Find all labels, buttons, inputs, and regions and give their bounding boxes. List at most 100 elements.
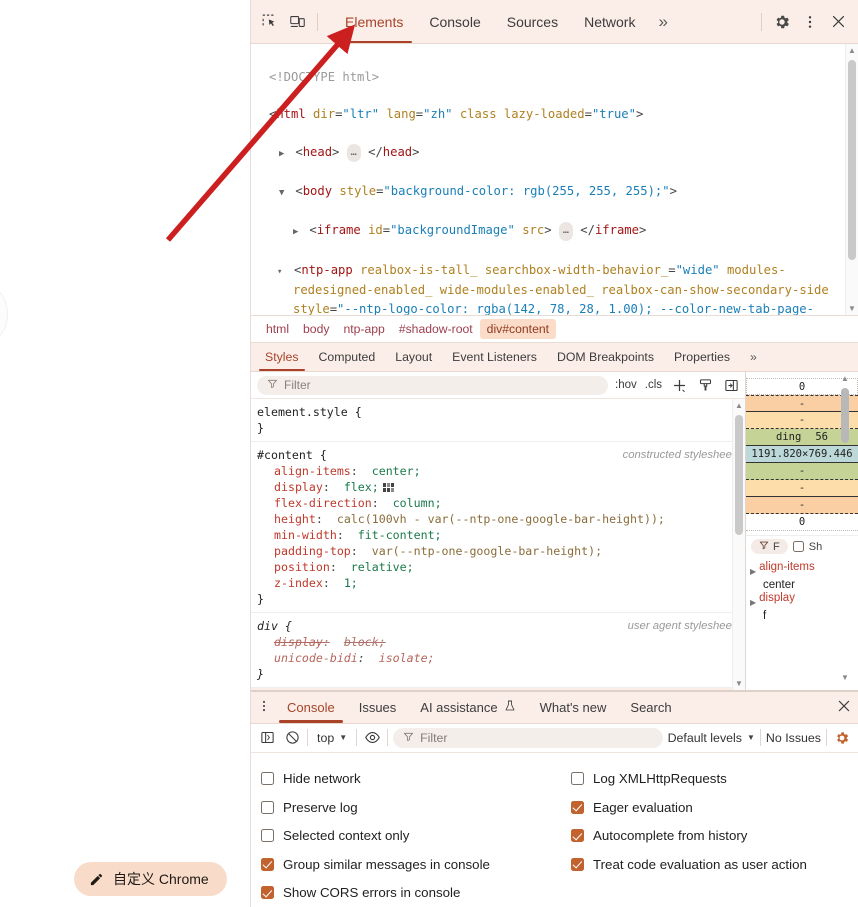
setting-hide-network[interactable]: Hide network — [261, 765, 571, 794]
declaration[interactable]: position: relative; — [257, 559, 735, 575]
scroll-down-arrow[interactable]: ▼ — [733, 677, 745, 690]
setting-treat-code-evaluation-as-user-action[interactable]: Treat code evaluation as user action — [571, 850, 858, 879]
declaration-property[interactable]: flex-direction — [257, 496, 372, 510]
plus-icon[interactable] — [669, 375, 689, 395]
box-model-padding-value[interactable]: 56 — [815, 429, 828, 446]
chevron-right-icon[interactable]: ▶ — [750, 595, 756, 610]
checkbox[interactable] — [261, 772, 274, 785]
checkbox[interactable] — [571, 801, 584, 814]
styles-scrollbar[interactable]: ▲ ▼ — [732, 399, 745, 690]
breadcrumb-item-ntp-app[interactable]: ntp-app — [336, 319, 391, 339]
declaration-value[interactable]: column; — [393, 496, 442, 510]
breadcrumb-item-shadow-root[interactable]: #shadow-root — [392, 319, 480, 339]
gear-icon[interactable] — [768, 8, 796, 36]
tab-more-panels[interactable]: » — [648, 0, 677, 43]
declaration-value[interactable]: center; — [372, 464, 421, 478]
declaration[interactable]: flex-direction: column; — [257, 495, 735, 511]
style-rule-content[interactable]: constructed stylesheet #content { align-… — [251, 442, 745, 613]
scroll-up-arrow[interactable]: ▲ — [846, 44, 858, 57]
setting-show-cors-errors[interactable]: Show CORS errors in console — [261, 879, 571, 907]
hov-toggle[interactable]: :hov — [614, 379, 638, 391]
dom-line-body[interactable]: ▼ <body style="background-color: rgb(255… — [251, 182, 858, 203]
show-all-checkbox[interactable] — [793, 541, 804, 552]
scroll-down-arrow[interactable]: ▼ — [846, 302, 858, 315]
setting-selected-context-only[interactable]: Selected context only — [261, 822, 571, 851]
breadcrumb-item-html[interactable]: html — [259, 319, 296, 339]
console-filter-input[interactable]: Filter — [393, 728, 662, 748]
tab-properties[interactable]: Properties — [664, 343, 740, 371]
scroll-down-arrow[interactable]: ▼ — [839, 671, 851, 684]
breadcrumb-item-div-content[interactable]: div#content — [480, 319, 556, 339]
checkbox[interactable] — [571, 829, 584, 842]
dom-tree-panel[interactable]: <!DOCTYPE html> <html dir="ltr" lang="zh… — [251, 44, 858, 316]
declaration[interactable]: display: flex; — [257, 479, 735, 495]
declaration[interactable]: padding-top: var(--ntp-one-google-bar-he… — [257, 543, 735, 559]
declaration-property[interactable]: height — [257, 512, 316, 526]
paintbrush-icon[interactable] — [695, 375, 715, 395]
declaration-value[interactable]: fit-content; — [358, 528, 442, 542]
dom-line-html[interactable]: <html dir="ltr" lang="zh" class lazy-loa… — [251, 105, 858, 124]
declaration[interactable]: height: calc(100vh - var(--ntp-one-googl… — [257, 511, 735, 527]
console-context-selector[interactable]: top ▼ — [313, 731, 351, 745]
setting-eager-evaluation[interactable]: Eager evaluation — [571, 793, 858, 822]
dom-line-ntp-app[interactable]: ▾<ntp-app realbox-is-tall_ searchbox-wid… — [251, 261, 858, 316]
declaration-property[interactable]: unicode-bidi — [257, 651, 358, 665]
dom-line-doctype[interactable]: <!DOCTYPE html> — [251, 68, 858, 87]
drawer-tab-search[interactable]: Search — [618, 692, 683, 723]
device-toolbar-icon[interactable] — [283, 8, 311, 36]
drawer-tab-ai-assistance[interactable]: AI assistance — [408, 692, 527, 723]
setting-autocomplete-from-history[interactable]: Autocomplete from history — [571, 822, 858, 851]
declaration[interactable]: unicode-bidi: isolate; — [257, 650, 735, 666]
styles-filter-input[interactable]: Filter — [257, 376, 608, 395]
declaration-value[interactable]: 1; — [344, 576, 358, 590]
drawer-tab-issues[interactable]: Issues — [347, 692, 409, 723]
setting-log-xmlhttprequests[interactable]: Log XMLHttpRequests — [571, 765, 858, 794]
declaration[interactable]: min-width: fit-content; — [257, 527, 735, 543]
breadcrumb-item-body[interactable]: body — [296, 319, 336, 339]
checkbox[interactable] — [261, 829, 274, 842]
computed-scrollbar[interactable]: ▲ ▼ — [839, 372, 851, 690]
tab-elements[interactable]: Elements — [332, 0, 416, 43]
checkbox[interactable] — [261, 801, 274, 814]
declaration-value[interactable]: flex; — [344, 480, 379, 494]
clear-console-icon[interactable] — [282, 728, 302, 748]
tab-console[interactable]: Console — [416, 0, 493, 43]
declaration-property[interactable]: display — [257, 480, 323, 494]
declaration-value[interactable]: block; — [344, 635, 386, 649]
no-issues-button[interactable]: No Issues — [766, 731, 821, 745]
declaration-property[interactable]: position — [257, 560, 330, 574]
console-sidebar-icon[interactable] — [257, 728, 277, 748]
gear-icon[interactable] — [832, 728, 852, 748]
checkbox[interactable] — [261, 858, 274, 871]
inspect-element-icon[interactable] — [255, 8, 283, 36]
declaration-value[interactable]: isolate; — [379, 651, 435, 665]
declaration[interactable]: z-index: 1; — [257, 575, 735, 591]
declaration-property[interactable]: display — [257, 635, 323, 649]
close-icon[interactable] — [824, 8, 852, 36]
chevron-right-icon[interactable]: ▶ — [750, 564, 756, 579]
checkbox[interactable] — [571, 858, 584, 871]
tab-dom-breakpoints[interactable]: DOM Breakpoints — [547, 343, 664, 371]
declaration[interactable]: align-items: center; — [257, 463, 735, 479]
tab-event-listeners[interactable]: Event Listeners — [442, 343, 547, 371]
declaration-property[interactable]: padding-top — [257, 544, 351, 558]
more-vertical-icon[interactable] — [253, 692, 275, 720]
dom-tree-scrollbar[interactable]: ▲ ▼ — [845, 44, 858, 315]
dom-line-head[interactable]: ▶ <head> … </head> — [251, 143, 858, 164]
toggle-sidebar-icon[interactable] — [721, 375, 741, 395]
declaration-property[interactable]: min-width — [257, 528, 337, 542]
style-rule-div-ua[interactable]: user agent stylesheet div { display: blo… — [251, 613, 745, 688]
declaration-property[interactable]: z-index — [257, 576, 323, 590]
live-expression-icon[interactable] — [362, 728, 382, 748]
declaration-value[interactable]: var(--ntp-one-google-bar-height); — [372, 544, 602, 558]
flex-grid-icon[interactable] — [383, 481, 394, 491]
declaration-property[interactable]: align-items — [257, 464, 351, 478]
scroll-thumb[interactable] — [735, 415, 743, 535]
checkbox[interactable] — [261, 886, 274, 899]
declaration-value[interactable]: calc(100vh - var(--ntp-one-google-bar-he… — [337, 512, 665, 526]
scroll-thumb[interactable] — [841, 388, 849, 443]
console-levels-selector[interactable]: Default levels ▼ — [668, 731, 755, 745]
close-icon[interactable] — [830, 692, 858, 720]
scroll-up-arrow[interactable]: ▲ — [733, 399, 745, 412]
declaration[interactable]: display: block; — [257, 634, 735, 650]
